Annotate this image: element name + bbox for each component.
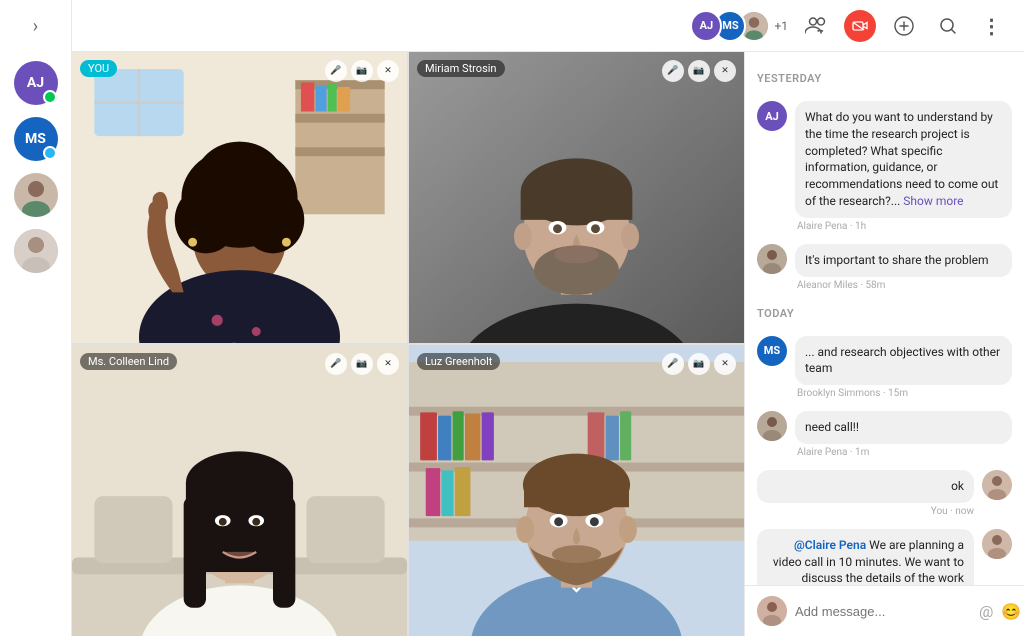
msg-bubble-6: @Claire Pena We are planning a video cal… (757, 529, 974, 585)
chat-messages: YESTERDAY AJ What do you want to underst… (745, 52, 1024, 585)
msg-avatar-photo-4 (757, 411, 787, 441)
input-avatar-svg (757, 596, 787, 626)
sidebar-user-ms[interactable]: MS (14, 117, 58, 161)
video-controls-4: 🎤 📷 ✕ (662, 353, 736, 375)
msg-meta-3: Brooklyn Simmons · 15m (795, 388, 1012, 399)
add-participant-btn[interactable] (888, 10, 920, 42)
msg-avatar-aj: AJ (757, 101, 787, 131)
user-photo-svg-2 (14, 229, 58, 273)
person-svg-4 (409, 345, 744, 636)
chat-panel: YESTERDAY AJ What do you want to underst… (744, 52, 1024, 636)
msg-photo-svg-2 (757, 244, 787, 274)
message-row-3: MS ... and research objectives with othe… (757, 336, 1012, 400)
video-tile-miriam: Miriam Strosin 🎤 📷 ✕ (409, 52, 744, 343)
show-more-link[interactable]: Show more (903, 194, 963, 208)
message-row-1: AJ What do you want to understand by the… (757, 101, 1012, 232)
video-controls-2: 🎤 📷 ✕ (662, 60, 736, 82)
video-close-btn-1[interactable]: ✕ (377, 60, 399, 82)
sidebar: › AJ MS (0, 0, 72, 636)
video-label-colleen: Ms. Colleen Lind (80, 353, 177, 370)
message-input[interactable] (795, 604, 971, 619)
search-icon (939, 17, 957, 35)
msg-bubble-5: ok (757, 470, 974, 503)
message-row-4: need call!! Alaire Pena · 1m (757, 411, 1012, 458)
video-close-btn-2[interactable]: ✕ (714, 60, 736, 82)
main-content: AJ MS +1 (72, 0, 1024, 636)
video-chat-area: YOU 🎤 📷 ✕ (72, 52, 1024, 636)
chat-input-icons: @ 😊 ⤵ (979, 601, 1024, 621)
header-plus-count: +1 (774, 19, 788, 33)
user-photo-svg-1 (14, 173, 58, 217)
participant-avatars: AJ MS +1 (690, 10, 788, 42)
msg-content-3: ... and research objectives with other t… (795, 336, 1012, 400)
msg-photo-svg-5 (982, 470, 1012, 500)
msg-photo-svg-6 (982, 529, 1012, 559)
video-cam-btn-2[interactable]: 📷 (688, 60, 710, 82)
header: AJ MS +1 (72, 0, 1024, 52)
msg-meta-5: You · now (757, 506, 974, 517)
msg-photo-svg-4 (757, 411, 787, 441)
person-svg-3 (72, 345, 407, 636)
video-tile-luz: Luz Greenholt 🎤 📷 ✕ (409, 345, 744, 636)
message-row-5: ok You · now (757, 470, 1012, 517)
video-mic-btn-2[interactable]: 🎤 (662, 60, 684, 82)
video-label-miriam: Miriam Strosin (417, 60, 505, 77)
chat-input-avatar (757, 596, 787, 626)
msg-meta-4: Alaire Pena · 1m (795, 447, 1012, 458)
video-mic-btn-1[interactable]: 🎤 (325, 60, 347, 82)
msg-content-6: @Claire Pena We are planning a video cal… (757, 529, 974, 585)
video-close-btn-4[interactable]: ✕ (714, 353, 736, 375)
end-call-button[interactable] (844, 10, 876, 42)
people-icon-btn[interactable] (800, 10, 832, 42)
message-row-6: @Claire Pena We are planning a video cal… (757, 529, 1012, 585)
video-label-luz: Luz Greenholt (417, 353, 500, 370)
msg-avatar-you-5 (982, 470, 1012, 500)
msg-bubble-1: What do you want to understand by the ti… (795, 101, 1012, 218)
msg-content-1: What do you want to understand by the ti… (795, 101, 1012, 232)
video-close-btn-3[interactable]: ✕ (377, 353, 399, 375)
video-tile-colleen: Ms. Colleen Lind 🎤 📷 ✕ (72, 345, 407, 636)
person-svg-2 (409, 52, 744, 343)
msg-avatar-photo-2 (757, 244, 787, 274)
video-mic-btn-4[interactable]: 🎤 (662, 353, 684, 375)
sidebar-user-photo2[interactable] (14, 229, 58, 273)
emoji-icon[interactable]: 😊 (1001, 602, 1021, 621)
msg-bubble-4: need call!! (795, 411, 1012, 444)
chat-input-area: @ 😊 ⤵ (745, 585, 1024, 636)
video-label-you: YOU (80, 60, 117, 77)
add-icon (894, 16, 914, 36)
msg-meta-2: Aleanor Miles · 58m (795, 280, 1012, 291)
msg-avatar-ms: MS (757, 336, 787, 366)
msg-bubble-2: It's important to share the problem (795, 244, 1012, 277)
mention-icon[interactable]: @ (979, 602, 993, 621)
date-label-today: TODAY (757, 307, 1012, 320)
date-label-yesterday: YESTERDAY (757, 72, 1012, 85)
more-options-btn[interactable]: ⋮ (976, 10, 1008, 42)
video-controls-3: 🎤 📷 ✕ (325, 353, 399, 375)
header-avatar-aj[interactable]: AJ (690, 10, 722, 42)
collapse-chevron[interactable]: › (29, 12, 42, 41)
person-svg-1 (72, 52, 407, 343)
video-cam-btn-4[interactable]: 📷 (688, 353, 710, 375)
msg-content-4: need call!! Alaire Pena · 1m (795, 411, 1012, 458)
msg-bubble-3: ... and research objectives with other t… (795, 336, 1012, 386)
video-tile-you: YOU 🎤 📷 ✕ (72, 52, 407, 343)
sidebar-user-aj[interactable]: AJ (14, 61, 58, 105)
sidebar-user-photo1[interactable] (14, 173, 58, 217)
search-btn[interactable] (932, 10, 964, 42)
video-cam-btn-1[interactable]: 📷 (351, 60, 373, 82)
msg-avatar-you-6 (982, 529, 1012, 559)
video-call-icon (852, 21, 868, 31)
video-cam-btn-3[interactable]: 📷 (351, 353, 373, 375)
msg-meta-1: Alaire Pena · 1h (795, 221, 1012, 232)
msg-content-5: ok You · now (757, 470, 974, 517)
video-controls-1: 🎤 📷 ✕ (325, 60, 399, 82)
people-icon (805, 17, 827, 35)
video-grid: YOU 🎤 📷 ✕ (72, 52, 744, 636)
video-mic-btn-3[interactable]: 🎤 (325, 353, 347, 375)
msg-content-2: It's important to share the problem Alea… (795, 244, 1012, 291)
message-row-2: It's important to share the problem Alea… (757, 244, 1012, 291)
